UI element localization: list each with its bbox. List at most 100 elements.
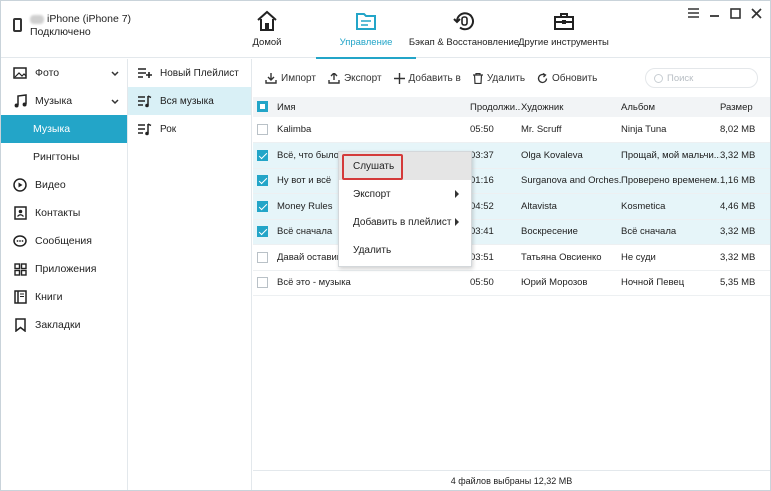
- sidebar-item-video[interactable]: Видео: [1, 171, 127, 199]
- table-row[interactable]: Всё сначала 03:41 Воскресение Всё сначал…: [253, 219, 770, 245]
- sidebar-item-bookmarks[interactable]: Закладки: [1, 311, 127, 339]
- chevron-down-icon: [111, 96, 119, 108]
- bookmarks-icon: [13, 318, 27, 332]
- add-playlist-icon: [138, 66, 152, 80]
- cell-album: Ninja Tuna: [621, 124, 667, 135]
- books-icon: [13, 290, 27, 304]
- nav-home[interactable]: Домой: [241, 1, 293, 58]
- search-placeholder: Поиск: [667, 72, 694, 84]
- playlist-item-all-music[interactable]: Вся музыка: [128, 87, 251, 115]
- menu-icon[interactable]: [687, 7, 699, 19]
- row-checkbox[interactable]: [257, 226, 268, 238]
- table-row[interactable]: Ну вот и всё 01:16 Surganova and Orches.…: [253, 168, 770, 194]
- column-header-album[interactable]: Альбом: [621, 97, 720, 117]
- sidebar-item-label: Фото: [35, 67, 60, 79]
- add-to-button[interactable]: Добавить в: [393, 72, 461, 84]
- trash-icon: [472, 72, 483, 84]
- cell-artist: Mr. Scruff: [521, 124, 562, 135]
- export-button[interactable]: Экспорт: [328, 72, 382, 84]
- device-name: iPhone (iPhone 7): [47, 13, 132, 25]
- sidebar-item-label: Музыка: [35, 95, 73, 107]
- context-menu-label: Экспорт: [353, 188, 391, 200]
- row-checkbox[interactable]: [257, 251, 268, 263]
- contacts-icon: [13, 206, 27, 220]
- playlist-item-rock[interactable]: Рок: [128, 115, 251, 143]
- blurred-owner-name: [30, 14, 44, 24]
- cell-album: Kosmetica: [621, 200, 666, 212]
- playlist-item-new[interactable]: Новый Плейлист: [128, 59, 251, 87]
- backup-restore-icon: [453, 12, 474, 31]
- sidebar-item-photo[interactable]: Фото: [1, 59, 127, 87]
- playlist-label: Рок: [160, 123, 177, 135]
- photo-icon: [13, 66, 27, 80]
- sidebar-item-ringtones[interactable]: Рингтоны: [1, 143, 127, 171]
- refresh-button[interactable]: Обновить: [537, 72, 597, 84]
- select-all-checkbox[interactable]: [257, 101, 268, 113]
- sidebar-item-contacts[interactable]: Контакты: [1, 199, 127, 227]
- row-checkbox[interactable]: [257, 149, 268, 161]
- maximize-icon[interactable]: [729, 7, 741, 19]
- minimize-icon[interactable]: [708, 7, 720, 19]
- toolbox-icon: [553, 13, 574, 30]
- nav-other-tools[interactable]: Другие инструменты: [516, 1, 611, 58]
- nav-home-label: Домой: [252, 37, 282, 48]
- sidebar-item-messages[interactable]: Сообщения: [1, 227, 127, 255]
- close-icon[interactable]: [750, 7, 762, 19]
- playlist-label: Новый Плейлист: [160, 67, 239, 79]
- row-checkbox[interactable]: [257, 200, 268, 212]
- cell-duration: 04:52: [470, 200, 494, 212]
- sidebar-item-apps[interactable]: Приложения: [1, 255, 127, 283]
- context-menu-item-add-to-playlist[interactable]: Добавить в плейлист: [339, 208, 471, 236]
- row-checkbox[interactable]: [257, 175, 268, 187]
- import-button[interactable]: Импорт: [265, 72, 316, 84]
- context-menu-item-export[interactable]: Экспорт: [339, 180, 471, 208]
- table-row[interactable]: Всё, что было 03:37 Olga Kovaleva Прощай…: [253, 142, 770, 168]
- column-header-name[interactable]: Имя: [277, 97, 470, 117]
- refresh-icon: [537, 72, 548, 83]
- cell-duration: 03:41: [470, 226, 494, 238]
- delete-button[interactable]: Удалить: [472, 72, 525, 84]
- export-label: Экспорт: [343, 72, 382, 84]
- nav-manage-label: Управление: [339, 37, 393, 48]
- cell-duration: 03:37: [470, 149, 494, 161]
- status-bar: 4 файлов выбраны 12,32 MB: [253, 470, 770, 490]
- cell-size: 5,35 MB: [720, 277, 756, 289]
- import-icon: [265, 72, 277, 84]
- cell-name: Kalimba: [277, 124, 312, 135]
- cell-size: 8,02 MB: [720, 124, 756, 135]
- folder-icon: [356, 13, 376, 30]
- playlist-panel: Новый Плейлист Вся музыка Рок: [128, 59, 252, 490]
- row-checkbox[interactable]: [257, 277, 268, 289]
- nav-manage[interactable]: Управление: [316, 1, 416, 59]
- sidebar-item-music-sub[interactable]: Музыка: [1, 115, 127, 143]
- table-row[interactable]: Всё это - музыка 05:50 Юрий Морозов Ночн…: [253, 270, 770, 296]
- table-row[interactable]: Давай оставим 03:51 Татьяна Овсиенко Не …: [253, 245, 770, 270]
- sidebar-item-label: Музыка: [33, 123, 71, 135]
- export-icon: [328, 72, 340, 84]
- music-icon: [13, 94, 27, 108]
- cell-duration: 01:16: [470, 175, 494, 187]
- main-panel: Импорт Экспорт Добавить в Удалить Обнови…: [253, 59, 770, 490]
- cell-duration: 05:50: [470, 277, 494, 289]
- context-menu-label: Удалить: [353, 244, 392, 256]
- row-checkbox[interactable]: [257, 123, 268, 135]
- music-table: Имя Продолжи... Художник Альбом Размер K…: [253, 97, 770, 296]
- cell-artist: Татьяна Овсиенко: [521, 251, 602, 263]
- table-row[interactable]: Kalimba 05:50 Mr. Scruff Ninja Tuna 8,02…: [253, 117, 770, 143]
- column-header-duration[interactable]: Продолжи...: [470, 97, 521, 117]
- cell-size: 3,32 MB: [720, 149, 756, 161]
- sidebar: Фото Музыка Музыка Рингтоны Видео Контак…: [1, 59, 128, 490]
- cell-duration: 05:50: [470, 124, 494, 135]
- sidebar-item-books[interactable]: Книги: [1, 283, 127, 311]
- nav-backup-label: Бэкап & Восстановление: [408, 37, 520, 48]
- column-header-size[interactable]: Размер: [720, 97, 770, 117]
- cell-size: 3,32 MB: [720, 226, 756, 238]
- device-info: iPhone (iPhone 7) Подключено: [13, 13, 131, 39]
- search-input[interactable]: Поиск: [645, 68, 758, 88]
- column-header-artist[interactable]: Художник: [521, 97, 621, 117]
- nav-backup-restore[interactable]: Бэкап & Восстановление: [409, 1, 519, 58]
- table-row[interactable]: Money Rules 04:52 Altavista Kosmetica 4,…: [253, 193, 770, 219]
- sidebar-item-music[interactable]: Музыка: [1, 87, 127, 115]
- context-menu-item-delete[interactable]: Удалить: [339, 236, 471, 264]
- highlight-annotation-box: [342, 154, 403, 180]
